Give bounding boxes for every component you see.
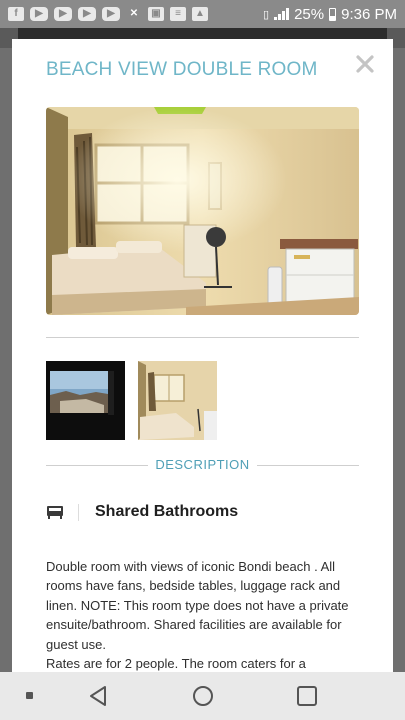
vibrate-icon: ▯ (263, 8, 270, 21)
bathtub-icon (46, 504, 64, 520)
clock: 9:36 PM (341, 5, 397, 23)
news-icon: ≡ (170, 7, 186, 21)
status-right: ▯ 25% 9:36 PM (263, 6, 397, 23)
status-bar: f ▶ ▶ ▶ ▶ ✕ ▣ ≡ ▲ ▯ 25% 9:36 PM (0, 0, 405, 28)
battery-percent: 25% (294, 5, 325, 23)
nav-dot-icon (26, 692, 33, 699)
gallery-icon: ▣ (148, 7, 164, 21)
missed-call-icon: ✕ (129, 8, 139, 19)
main-room-photo[interactable] (46, 107, 359, 315)
back-icon[interactable] (87, 684, 111, 708)
thumbnail-room-view[interactable] (138, 361, 217, 440)
feature-separator (78, 503, 79, 521)
room-description: Double room with views of iconic Bondi b… (46, 557, 359, 673)
modal-title: BEACH VIEW DOUBLE ROOM (46, 59, 318, 80)
recent-apps-icon[interactable] (295, 684, 319, 708)
navigation-bar (0, 672, 405, 720)
thumbnail-window-view[interactable] (46, 361, 125, 440)
notification-icons: f ▶ ▶ ▶ ▶ ✕ ▣ ≡ ▲ (8, 7, 208, 21)
youtube-icon: ▶ (30, 7, 48, 21)
description-paragraph: Double room with views of iconic Bondi b… (46, 559, 349, 652)
description-heading: DESCRIPTION (46, 457, 359, 473)
battery-icon (329, 7, 337, 21)
youtube-icon: ▶ (78, 7, 96, 21)
facebook-icon: f (8, 7, 24, 21)
home-icon[interactable] (191, 684, 215, 708)
divider (46, 337, 359, 338)
feature-label: Shared Bathrooms (95, 503, 239, 520)
close-icon[interactable] (354, 53, 376, 75)
room-details-modal: BEACH VIEW DOUBLE ROOM DESCRIPTION Share… (12, 39, 393, 675)
feature-row: Shared Bathrooms (46, 499, 359, 525)
youtube-icon: ▶ (102, 7, 120, 21)
description-paragraph: Rates are for 2 people. The room caters … (46, 656, 306, 672)
youtube-icon: ▶ (54, 7, 72, 21)
image-icon: ▲ (192, 7, 208, 21)
signal-icon (274, 8, 290, 20)
